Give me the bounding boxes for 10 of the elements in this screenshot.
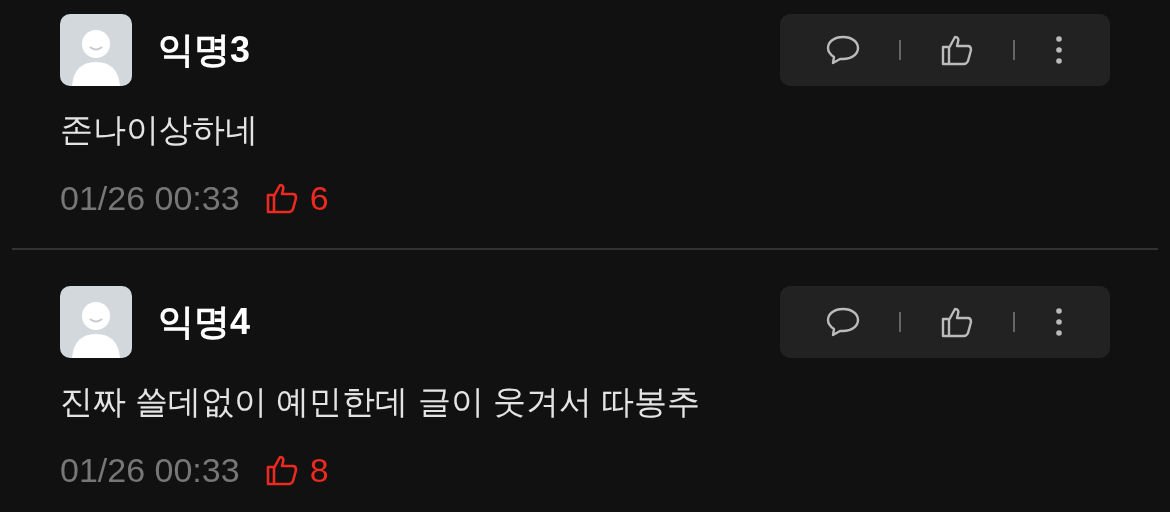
comment-text: 진짜 쓸데없이 예민한데 글이 웃겨서 따봉추 [60, 382, 701, 422]
comment-text: 존나이상하네 [60, 110, 259, 150]
timestamp: 01/26 00:33 [60, 450, 240, 490]
like-count: 8 [309, 450, 329, 490]
author-name: 익명4 [158, 299, 251, 344]
timestamp: 01/26 00:33 [60, 178, 240, 218]
author-name: 익명3 [158, 27, 251, 72]
like-count: 6 [309, 178, 329, 218]
avatar-icon [60, 14, 132, 86]
avatar-icon [60, 286, 132, 358]
